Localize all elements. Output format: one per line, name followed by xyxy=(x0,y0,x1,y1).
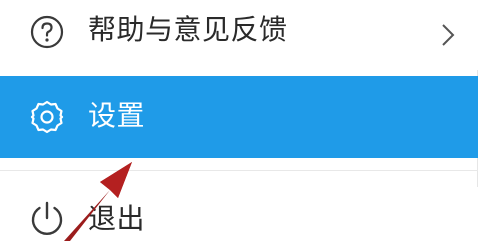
chevron-right-icon xyxy=(438,22,458,48)
menu-item-label: 退出 xyxy=(88,202,146,235)
menu-item-settings[interactable]: 设置 xyxy=(0,76,478,158)
menu-item-help-feedback[interactable]: 帮助与意见反馈 xyxy=(0,0,478,70)
menu-item-label: 设置 xyxy=(88,99,146,132)
context-menu: 帮助与意见反馈 设置 退出 xyxy=(0,0,478,247)
gear-icon xyxy=(28,98,66,136)
menu-item-exit[interactable]: 退出 xyxy=(0,187,478,247)
menu-divider xyxy=(0,170,478,171)
question-circle-icon xyxy=(28,13,66,51)
power-icon xyxy=(28,199,66,237)
menu-item-label: 帮助与意见反馈 xyxy=(88,13,288,46)
